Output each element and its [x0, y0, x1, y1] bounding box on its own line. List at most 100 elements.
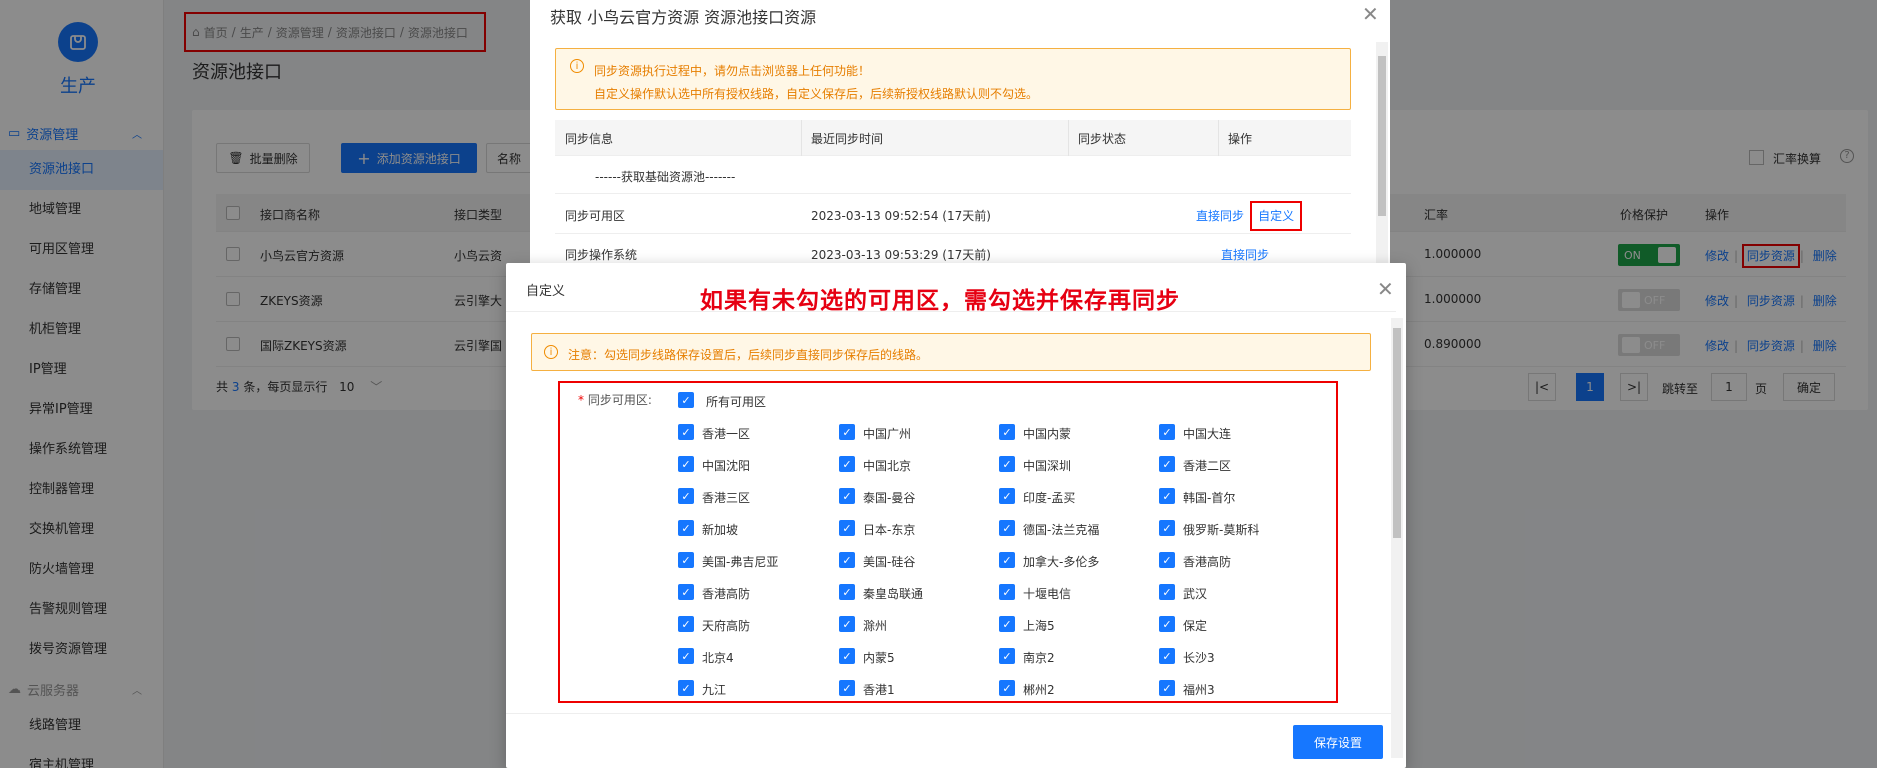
scroll-thumb[interactable] [1378, 56, 1386, 216]
zone-checkbox[interactable]: ✓ [1159, 552, 1175, 568]
zone-label: 天府高防 [702, 619, 751, 633]
col-sync-info: 同步信息 [565, 132, 614, 146]
zone-checkbox[interactable]: ✓ [678, 424, 694, 440]
custom-dialog: 自定义 如果有未勾选的可用区，需勾选并保存再同步 ✕ i 注意：勾选同步线路保存… [506, 263, 1406, 768]
zone-checkbox[interactable]: ✓ [678, 552, 694, 568]
zone-label: 德国-法兰克福 [1023, 523, 1100, 537]
direct-sync-link[interactable]: 直接同步 [1196, 209, 1244, 223]
zone-checkbox[interactable]: ✓ [839, 584, 855, 600]
zone-checkbox[interactable]: ✓ [999, 680, 1015, 696]
zone-checkbox[interactable]: ✓ [999, 616, 1015, 632]
zone-checkbox[interactable]: ✓ [678, 456, 694, 472]
sync-info: 同步操作系统 [565, 248, 638, 262]
zone-label: 新加坡 [702, 523, 739, 537]
zone-label: 保定 [1183, 619, 1208, 633]
zone-label: 加拿大-多伦多 [1023, 555, 1100, 569]
sync-alert-line-2: 自定义操作默认选中所有授权线路，自定义保存后，后续新授权线路默认则不勾选。 [594, 87, 1039, 101]
save-settings-button[interactable]: 保存设置 [1293, 725, 1383, 759]
zone-checkbox[interactable]: ✓ [1159, 616, 1175, 632]
zone-label: 十堰电信 [1023, 587, 1072, 601]
zone-checkbox[interactable]: ✓ [839, 616, 855, 632]
zone-label: 香港二区 [1183, 459, 1232, 473]
zone-label: 香港三区 [702, 491, 751, 505]
zone-label: 中国广州 [863, 427, 912, 441]
sync-alert-line-1: 同步资源执行过程中，请勿点击浏览器上任何功能！ [594, 64, 871, 78]
zone-checkbox[interactable]: ✓ [678, 584, 694, 600]
zone-checkbox[interactable]: ✓ [999, 520, 1015, 536]
check-all-zones-checkbox[interactable]: ✓ [678, 392, 694, 408]
scroll-thumb[interactable] [1393, 328, 1401, 538]
annotation-text: 如果有未勾选的可用区，需勾选并保存再同步 [700, 288, 1180, 314]
zone-checkbox[interactable]: ✓ [839, 648, 855, 664]
sync-group-row: ------获取基础资源池------- [555, 156, 1351, 194]
zone-checkbox[interactable]: ✓ [839, 456, 855, 472]
zone-label: 泰国-曼谷 [863, 491, 916, 505]
table-row: 同步可用区 2023-03-13 09:52:54 (17天前) 直接同步 | 自定… [555, 194, 1351, 234]
zone-checkbox[interactable]: ✓ [678, 616, 694, 632]
zone-checkbox[interactable]: ✓ [1159, 456, 1175, 472]
zone-checkbox[interactable]: ✓ [678, 520, 694, 536]
zone-label: 印度-孟买 [1023, 491, 1076, 505]
zone-checkbox[interactable]: ✓ [678, 680, 694, 696]
zone-label: 香港高防 [702, 587, 751, 601]
custom-link[interactable]: 自定义 [1250, 201, 1303, 231]
zone-checkbox[interactable]: ✓ [1159, 648, 1175, 664]
custom-alert-text: 注意：勾选同步线路保存设置后，后续同步直接同步保存后的线路。 [568, 348, 929, 362]
custom-scrollbar[interactable] [1391, 318, 1403, 758]
zone-checkbox[interactable]: ✓ [839, 552, 855, 568]
zone-checkbox[interactable]: ✓ [999, 584, 1015, 600]
zone-checkbox[interactable]: ✓ [999, 552, 1015, 568]
check-all-zones-label: 所有可用区 [706, 395, 767, 409]
sync-alert: i 同步资源执行过程中，请勿点击浏览器上任何功能！ 自定义操作默认选中所有授权线… [555, 48, 1351, 110]
zone-label: 滁州 [863, 619, 888, 633]
zone-checkbox[interactable]: ✓ [1159, 584, 1175, 600]
zone-label: 香港一区 [702, 427, 751, 441]
zone-label: 香港1 [863, 683, 895, 697]
zone-checkbox[interactable]: ✓ [839, 488, 855, 504]
close-icon[interactable]: ✕ [1377, 277, 1394, 301]
zone-checkbox[interactable]: ✓ [678, 488, 694, 504]
zone-label: 南京2 [1023, 651, 1055, 665]
zone-label: 韩国-首尔 [1183, 491, 1236, 505]
zone-checkbox[interactable]: ✓ [839, 520, 855, 536]
col-sync-status: 同步状态 [1078, 132, 1127, 146]
zone-label: 美国-硅谷 [863, 555, 916, 569]
sync-time: 2023-03-13 09:52:54 (17天前) [811, 209, 991, 223]
zone-label: 中国深圳 [1023, 459, 1072, 473]
zone-label: 中国沈阳 [702, 459, 751, 473]
zone-checkbox[interactable]: ✓ [999, 648, 1015, 664]
col-sync-time: 最近同步时间 [811, 132, 884, 146]
zone-checkbox[interactable]: ✓ [678, 648, 694, 664]
zone-label: 长沙3 [1183, 651, 1215, 665]
zone-checkbox[interactable]: ✓ [999, 424, 1015, 440]
close-icon[interactable]: ✕ [1362, 2, 1379, 26]
sync-dialog-title: 获取 小鸟云官方资源 资源池接口资源 [550, 8, 817, 27]
zone-label: 内蒙5 [863, 651, 895, 665]
zone-label: 香港高防 [1183, 555, 1232, 569]
zone-checkbox[interactable]: ✓ [839, 424, 855, 440]
group-row-label: ------获取基础资源池------- [595, 170, 736, 184]
zone-checkbox[interactable]: ✓ [1159, 424, 1175, 440]
zone-label: 美国-弗吉尼亚 [702, 555, 779, 569]
zone-label: 中国大连 [1183, 427, 1232, 441]
zone-label: 北京4 [702, 651, 734, 665]
zone-label: 日本-东京 [863, 523, 916, 537]
zone-label: 福州3 [1183, 683, 1215, 697]
zone-checkbox[interactable]: ✓ [839, 680, 855, 696]
zone-checkbox[interactable]: ✓ [1159, 680, 1175, 696]
info-icon: i [570, 59, 584, 73]
zone-checkbox[interactable]: ✓ [1159, 520, 1175, 536]
zone-checkbox[interactable]: ✓ [999, 488, 1015, 504]
zone-checkbox[interactable]: ✓ [1159, 488, 1175, 504]
zone-label: 秦皇岛联通 [863, 587, 924, 601]
direct-sync-link[interactable]: 直接同步 [1221, 248, 1269, 262]
zone-field-label: * 同步可用区: [578, 393, 652, 407]
zone-checkbox[interactable]: ✓ [999, 456, 1015, 472]
custom-dialog-title: 自定义 [526, 284, 566, 299]
sync-time: 2023-03-13 09:53:29 (17天前) [811, 248, 991, 262]
custom-alert: i 注意：勾选同步线路保存设置后，后续同步直接同步保存后的线路。 [531, 333, 1371, 371]
zone-label: 九江 [702, 683, 727, 697]
sync-table-header: 同步信息 最近同步时间 同步状态 操作 [555, 120, 1351, 156]
zone-label: 中国北京 [863, 459, 912, 473]
zone-label: 俄罗斯-莫斯科 [1183, 523, 1260, 537]
